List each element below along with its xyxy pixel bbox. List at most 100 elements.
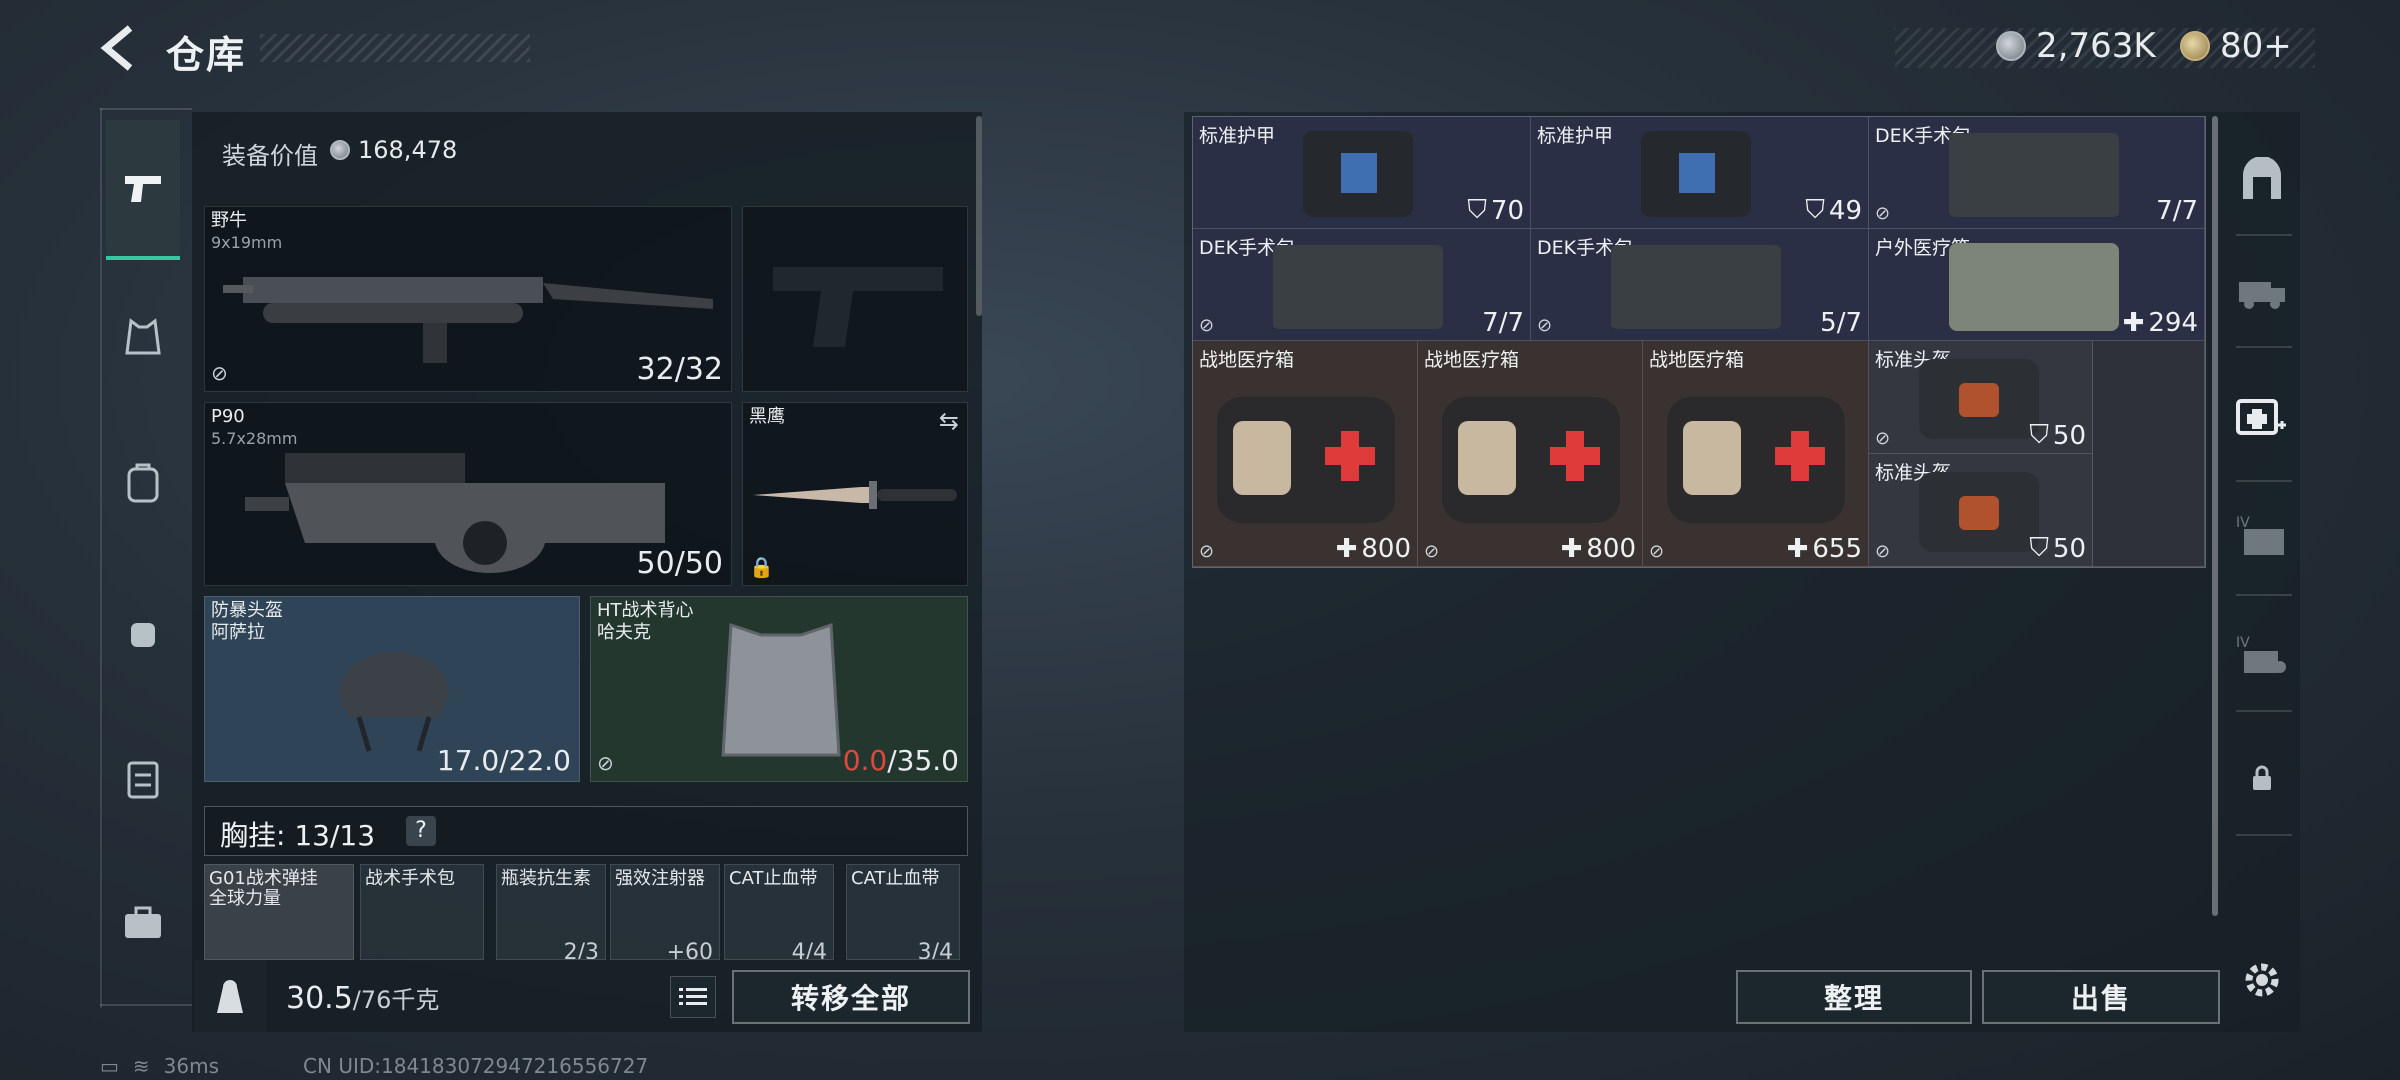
- category-armor-tab[interactable]: [106, 300, 180, 374]
- title-decoration: [260, 34, 530, 62]
- no-insure-icon: ⊘: [1199, 315, 1215, 336]
- cross-icon: ✚: [1786, 534, 1809, 564]
- swap-icon[interactable]: ⇆: [939, 407, 959, 435]
- gold-currency[interactable]: 80+: [2180, 26, 2292, 66]
- storage-item-4[interactable]: DEK手术包 ⊘ 5/7: [1531, 229, 1869, 341]
- weight-icon: [194, 960, 266, 1032]
- pistol-icon: [125, 176, 161, 202]
- chest-rig-icon: [127, 761, 159, 799]
- no-insure-icon: ⊘: [211, 361, 228, 385]
- level-iv-workshop-tab[interactable]: IV: [2232, 626, 2292, 686]
- category-weapons-tab[interactable]: [106, 120, 180, 260]
- helmet-bag-image: [1919, 472, 2039, 552]
- field-medkit-image: [1667, 397, 1845, 523]
- gold-amount: 80+: [2220, 26, 2292, 66]
- category-case-tab[interactable]: [106, 886, 180, 960]
- no-insure-icon: ⊘: [1649, 541, 1665, 562]
- surgery-kit-image: [1273, 245, 1443, 329]
- category-backpack-tab[interactable]: [106, 446, 180, 520]
- vest-durability: 0.0/35.0: [843, 744, 959, 777]
- knife-image: [753, 481, 957, 509]
- locked-tab[interactable]: [2232, 748, 2292, 808]
- workshop-iv-icon: IV: [2236, 635, 2286, 673]
- storage-empty-cell[interactable]: [2093, 341, 2205, 567]
- organize-button[interactable]: 整理: [1736, 970, 1972, 1024]
- vehicle-tab[interactable]: [2232, 262, 2292, 322]
- storage-home-tab[interactable]: [2232, 150, 2292, 210]
- svg-text:IV: IV: [2236, 635, 2250, 651]
- melee-name: 黑鹰: [749, 406, 785, 427]
- helmet-slot[interactable]: 防暴头盔 阿萨拉 17.0/22.0: [204, 596, 580, 782]
- vest-slot[interactable]: HT战术背心 哈夫克 ⊘ 0.0/35.0: [590, 596, 968, 782]
- no-insure-icon: ⊘: [1199, 541, 1215, 562]
- surgery-kit-image: [1611, 245, 1781, 329]
- settings-button[interactable]: [2232, 950, 2292, 1010]
- category-rig-tab[interactable]: [106, 742, 180, 816]
- helmet-bag-image: [1919, 359, 2039, 439]
- user-uid: CN UID:1841830729472165567​27: [303, 1054, 649, 1078]
- rig-item-5[interactable]: CAT止血带 3/4: [846, 864, 960, 960]
- chest-rig-help-button[interactable]: ?: [406, 816, 436, 846]
- storage-item-0[interactable]: 标准护甲 ⛉ 70: [1193, 117, 1531, 229]
- list-view-button[interactable]: [670, 976, 716, 1018]
- storage-item-10[interactable]: 标准头盔 ⊘ ⛉ 50: [1869, 454, 2093, 567]
- rig-item-3[interactable]: 强效注射器 +60: [610, 864, 720, 960]
- rig-item-4[interactable]: CAT止血带 4/4: [724, 864, 834, 960]
- no-insure-icon: ⊘: [1875, 428, 1891, 449]
- equipment-value: 168,478: [330, 136, 457, 164]
- storage-item-7[interactable]: 战地医疗箱 ⊘ ✚ 800: [1418, 341, 1643, 567]
- surgery-kit-image: [1949, 133, 2119, 217]
- sell-button[interactable]: 出售: [1982, 970, 2220, 1024]
- folder-iv-icon: IV: [2236, 515, 2284, 555]
- vest-brand: 哈夫克: [597, 622, 651, 643]
- storage-item-5[interactable]: 户外医疗箱 ✚ 294: [1869, 229, 2205, 341]
- no-insure-icon: ⊘: [597, 751, 614, 775]
- tool-divider: [2236, 834, 2292, 836]
- carry-weight: 30.5/76千克: [286, 980, 439, 1016]
- smg-bizon-image: [223, 277, 713, 363]
- level-iv-storage-tab[interactable]: IV: [2232, 506, 2292, 566]
- chest-rig-label: 胸挂: 13/13: [220, 819, 376, 852]
- category-bag-tab[interactable]: [106, 594, 180, 668]
- tool-divider: [2236, 234, 2292, 236]
- no-insure-icon: ⊘: [1875, 203, 1891, 224]
- primary-weapon-slot[interactable]: 野牛 9x19mm ⊘ 32/32: [204, 206, 732, 392]
- rig-item-2[interactable]: 瓶装抗生素 2/3: [496, 864, 606, 960]
- storage-scrollbar[interactable]: [2212, 116, 2218, 916]
- lock-icon: [2253, 765, 2271, 790]
- melee-slot[interactable]: 黑鹰 ⇆ 🔒: [742, 402, 968, 586]
- storage-item-8[interactable]: 战地医疗箱 ⊘ ✚ 655: [1643, 341, 1869, 567]
- lock-icon: 🔒: [749, 555, 774, 579]
- weight-max: /76千克: [352, 986, 440, 1014]
- no-insure-icon: ⊘: [1875, 541, 1891, 562]
- page-title: 仓库: [166, 33, 247, 77]
- storage-item-9[interactable]: 标准头盔 ⊘ ⛉ 50: [1869, 341, 2093, 454]
- storage-item-6[interactable]: 战地医疗箱 ⊘ ✚ 800: [1193, 341, 1418, 567]
- no-insure-icon: ⊘: [1424, 541, 1440, 562]
- tool-divider: [2236, 710, 2292, 712]
- equipment-scrollbar[interactable]: [976, 116, 982, 316]
- pistol-silhouette-icon: [773, 267, 943, 347]
- vest-image: [721, 622, 841, 757]
- helmet-image: [339, 652, 449, 752]
- tool-divider: [2236, 594, 2292, 596]
- pistol-slot-empty[interactable]: [742, 206, 968, 392]
- helmet-brand: 阿萨拉: [211, 622, 265, 643]
- secondary-weapon-slot[interactable]: P90 5.7x28mm 50/50: [204, 402, 732, 586]
- cross-icon: ✚: [1335, 534, 1358, 564]
- silver-currency[interactable]: 2,763K: [1996, 26, 2156, 66]
- rig-item-1[interactable]: 战术手术包: [360, 864, 484, 960]
- medical-bay-tab[interactable]: [2232, 386, 2292, 446]
- rig-item-0[interactable]: G01战术弹挂 全球力量: [204, 864, 354, 960]
- ping: 36ms: [163, 1054, 220, 1078]
- storage-item-1[interactable]: 标准护甲 ⛉ 49: [1531, 117, 1869, 229]
- storage-item-2[interactable]: DEK手术包 ⊘ 7/7: [1869, 117, 2205, 229]
- storage-item-3[interactable]: DEK手术包 ⊘ 7/7: [1193, 229, 1531, 341]
- back-arrow-icon[interactable]: [96, 22, 140, 74]
- gold-coin-icon: [2180, 31, 2210, 61]
- armor-bag-image: [1641, 131, 1751, 217]
- weight-current: 30.5: [286, 981, 353, 1016]
- transfer-all-button[interactable]: 转移全部: [732, 970, 970, 1024]
- list-icon: [679, 988, 707, 1005]
- shield-icon: ⛉: [1805, 195, 1825, 225]
